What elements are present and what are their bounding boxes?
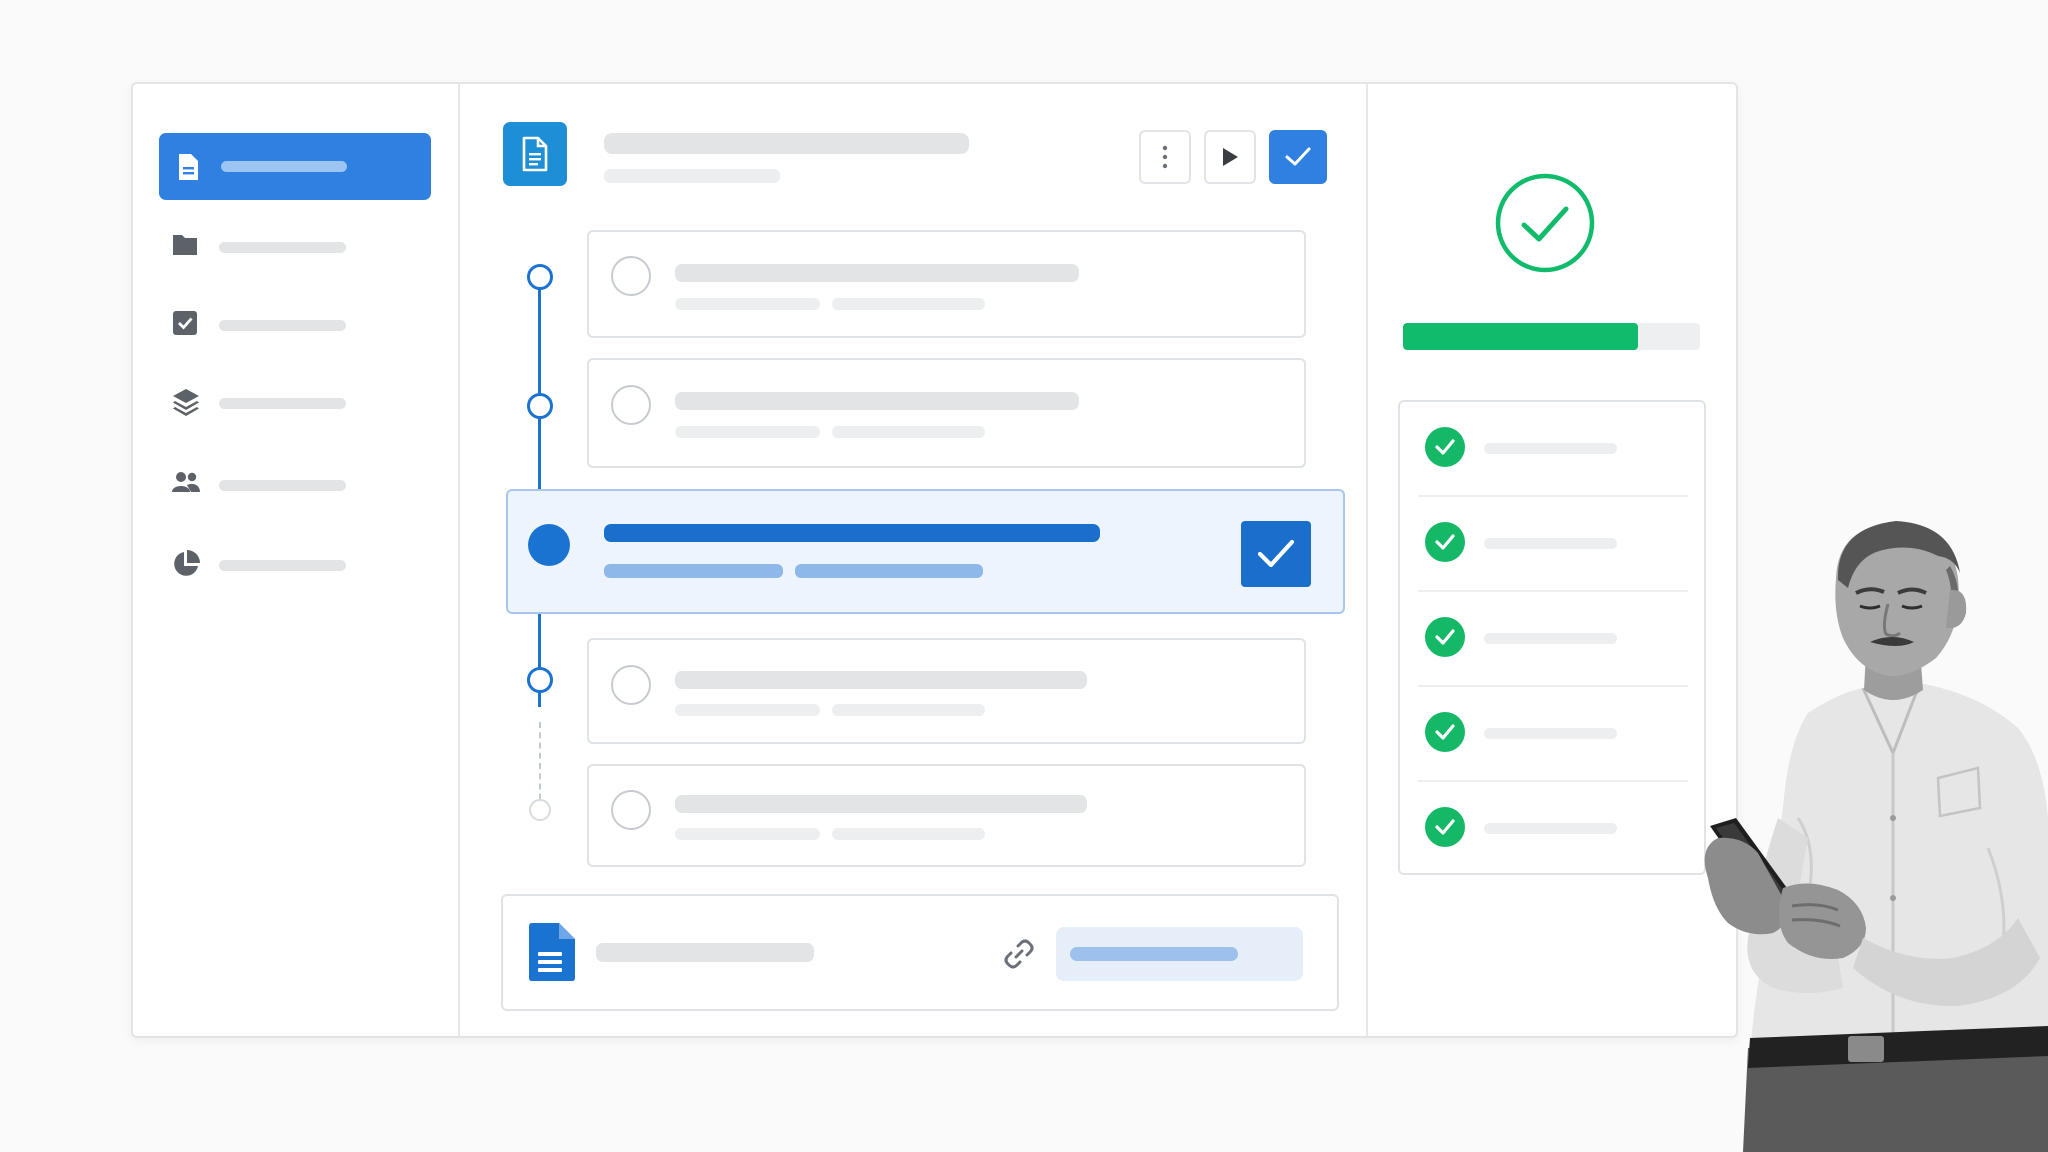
sidebar-item-label xyxy=(221,161,347,172)
step-title xyxy=(675,392,1079,410)
person-with-phone-illustration xyxy=(1704,521,2048,1152)
step-card[interactable] xyxy=(587,230,1306,338)
link-button-label xyxy=(1070,947,1238,961)
step-card[interactable] xyxy=(587,764,1306,867)
check-circle-icon xyxy=(1425,522,1465,562)
panel-divider xyxy=(1366,84,1368,1036)
check-icon xyxy=(1285,147,1311,166)
sidebar-item-documents[interactable] xyxy=(159,133,431,200)
sidebar-divider xyxy=(458,84,460,1036)
checkbox-icon xyxy=(173,311,197,335)
attachment-card[interactable] xyxy=(501,894,1339,1011)
layers-icon xyxy=(173,389,199,416)
step-indicator-active xyxy=(528,524,570,566)
sidebar-item-label xyxy=(219,242,346,253)
attachment-name xyxy=(596,943,814,962)
step-meta xyxy=(832,704,985,716)
step-meta xyxy=(832,426,985,438)
checklist-item[interactable] xyxy=(1418,687,1688,782)
timeline-node xyxy=(527,667,553,693)
check-circle-icon xyxy=(1425,427,1465,467)
sidebar-item-label xyxy=(219,480,346,491)
step-meta xyxy=(832,298,985,310)
step-meta xyxy=(675,298,820,310)
sidebar-item-users[interactable] xyxy=(159,454,431,514)
checklist-item[interactable] xyxy=(1418,782,1688,877)
step-title xyxy=(675,264,1079,282)
checklist-item[interactable] xyxy=(1418,497,1688,592)
step-title xyxy=(604,524,1100,542)
pie-chart-icon xyxy=(174,550,200,576)
check-circle-icon xyxy=(1425,807,1465,847)
checklist-label xyxy=(1484,538,1617,549)
more-vertical-icon xyxy=(1162,145,1168,169)
more-options-button[interactable] xyxy=(1139,130,1191,184)
sidebar-item-label xyxy=(219,398,346,409)
complete-button[interactable] xyxy=(1269,130,1327,184)
timeline-connector xyxy=(538,277,541,492)
document-icon xyxy=(522,136,548,172)
step-radio[interactable] xyxy=(611,256,651,296)
link-icon[interactable] xyxy=(1001,936,1037,972)
step-card[interactable] xyxy=(587,358,1306,468)
step-meta xyxy=(675,704,820,716)
timeline-node xyxy=(527,264,553,290)
run-button[interactable] xyxy=(1204,130,1256,184)
document-tile xyxy=(503,122,567,186)
document-icon xyxy=(179,154,198,180)
checklist-label xyxy=(1484,633,1617,644)
checklist-item[interactable] xyxy=(1418,592,1688,687)
users-icon xyxy=(172,472,200,492)
step-meta xyxy=(795,564,983,578)
step-title xyxy=(675,671,1087,689)
checklist-label xyxy=(1484,728,1617,739)
timeline-connector-pending xyxy=(539,722,541,810)
sidebar-item-label xyxy=(219,560,346,571)
step-meta xyxy=(675,828,820,840)
sidebar-item-layers[interactable] xyxy=(159,372,431,432)
step-meta xyxy=(604,564,783,578)
step-title xyxy=(675,795,1087,813)
check-circle-icon xyxy=(1495,173,1595,273)
step-card-active[interactable] xyxy=(506,489,1345,614)
progress-fill xyxy=(1403,323,1638,350)
checklist-item[interactable] xyxy=(1418,402,1688,497)
sidebar-item-label xyxy=(219,320,346,331)
check-icon xyxy=(1257,539,1295,568)
check-circle-icon xyxy=(1425,617,1465,657)
progress-bar xyxy=(1403,323,1700,350)
checklist xyxy=(1398,400,1706,875)
page-subtitle xyxy=(604,169,780,183)
play-icon xyxy=(1223,148,1238,166)
google-doc-icon xyxy=(529,923,575,981)
step-checkbox-checked[interactable] xyxy=(1241,521,1311,587)
check-circle-icon xyxy=(1425,712,1465,752)
sidebar-item-reports[interactable] xyxy=(159,534,431,594)
folder-icon xyxy=(173,235,197,255)
step-radio[interactable] xyxy=(611,665,651,705)
sidebar-item-folders[interactable] xyxy=(159,216,431,276)
page-title xyxy=(604,133,969,154)
step-meta xyxy=(832,828,985,840)
timeline-node-pending xyxy=(529,799,551,821)
step-radio[interactable] xyxy=(611,385,651,425)
link-button[interactable] xyxy=(1056,927,1303,981)
timeline-node xyxy=(527,393,553,419)
sidebar-item-tasks[interactable] xyxy=(159,294,431,354)
checklist-label xyxy=(1484,823,1617,834)
step-meta xyxy=(675,426,820,438)
step-radio[interactable] xyxy=(611,790,651,830)
step-card[interactable] xyxy=(587,638,1306,744)
checklist-label xyxy=(1484,443,1617,454)
